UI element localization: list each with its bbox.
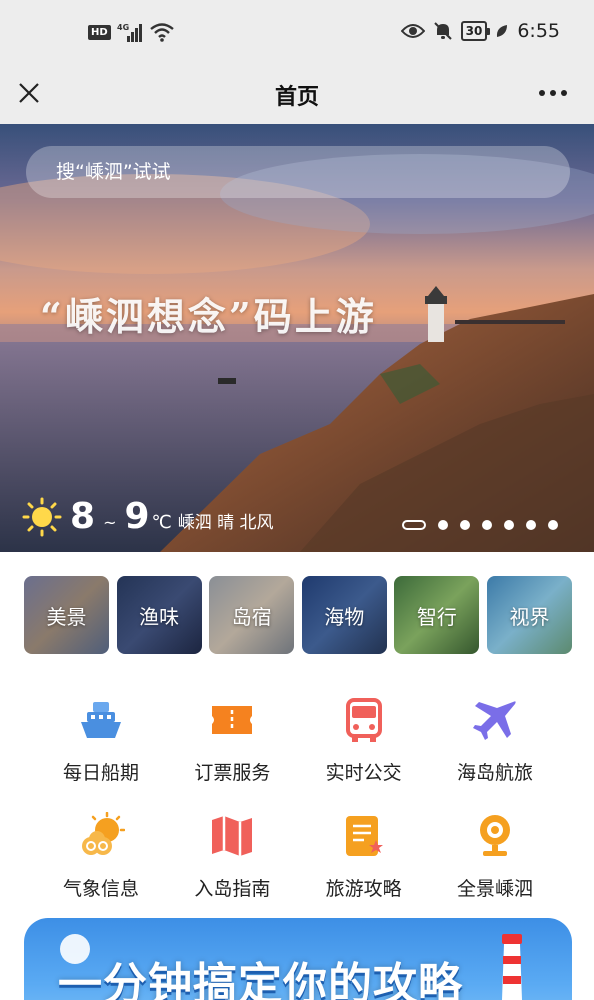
temp-unit: ℃ [151,512,172,533]
service-label: 全景嵊泗 [456,878,533,900]
temp-separator: ~ [103,513,117,532]
carousel-indicator[interactable] [402,520,558,530]
service-weather-info[interactable]: 气象信息 [36,808,166,924]
status-bar: HD 4G 30 6:55 [0,0,594,66]
nav-bar: 首页 [0,66,594,124]
service-row: 气象信息 入岛指南 旅游攻略 全景嵊泗 [36,808,560,924]
carousel-dot[interactable] [526,520,536,530]
category-tile-seafood[interactable]: 渔味 [116,576,202,654]
service-island-flights[interactable]: 海岛航旅 [430,692,560,808]
carousel-dot[interactable] [504,520,514,530]
service-label: 实时公交 [325,762,402,784]
sun-icon [22,497,62,536]
more-options-icon[interactable] [536,80,570,106]
service-island-guide[interactable]: 入岛指南 [167,808,297,924]
service-panorama[interactable]: 全景嵊泗 [430,808,560,924]
service-row: 每日船期 订票服务 实时公交 海岛航旅 [36,692,560,808]
carousel-dot[interactable] [548,520,558,530]
panorama-camera-icon [479,815,510,856]
carousel-dot[interactable] [482,520,492,530]
category-tile-vision[interactable]: 视界 [486,576,572,654]
service-grid: 每日船期 订票服务 实时公交 海岛航旅 气象信息 入岛指南 旅游攻略 全景嵊泗 [36,692,560,924]
category-tile-transport[interactable]: 智行 [394,576,480,654]
category-tile-products[interactable]: 海物 [301,576,387,654]
service-label: 海岛航旅 [456,762,533,784]
service-label: 订票服务 [194,762,271,784]
category-tile-lodging[interactable]: 岛宿 [209,576,295,654]
guide-icon [345,816,383,856]
status-time: 6:55 [517,20,560,42]
wifi-icon [149,23,174,42]
service-label: 气象信息 [62,878,139,900]
map-icon [212,816,253,856]
status-right: 30 6:55 [400,20,560,42]
leaf-icon [497,25,508,37]
carousel-dot[interactable] [460,520,470,530]
service-ticket-booking[interactable]: 订票服务 [167,692,297,808]
carousel-dot[interactable] [438,520,448,530]
signal-icon: 4G [117,23,142,42]
hd-badge: HD [88,24,111,40]
category-tiles: 美景 渔味 岛宿 海物 智行 视界 [24,576,572,654]
page-title: 首页 [274,85,319,110]
lighthouse-icon [502,934,522,1000]
service-label: 旅游攻略 [325,878,402,900]
carousel-dot-active[interactable] [402,520,426,530]
category-tile-scenery[interactable]: 美景 [24,576,109,654]
ticket-icon [212,706,253,734]
status-left: HD 4G [88,22,175,42]
service-label: 入岛指南 [194,878,271,900]
battery-indicator: 30 [460,21,491,41]
mute-bell-icon [433,22,452,40]
banner-slogan: “嵊泗想念”码上游 [40,294,377,339]
service-label: 每日船期 [62,762,139,784]
promo-title: 一分钟搞定你的攻略 [58,959,463,1000]
service-realtime-bus[interactable]: 实时公交 [299,692,429,808]
airplane-icon [472,701,516,740]
hero-banner[interactable]: 搜“嵊泗”试试 “嵊泗想念”码上游 8 ~ 9 ℃ 嵊泗 晴 北风 [0,124,594,552]
weather-icon [82,812,125,855]
weather-description: 嵊泗 晴 北风 [177,513,274,533]
temp-high: 9 [124,496,150,537]
search-input[interactable]: 搜“嵊泗”试试 [26,146,570,198]
eye-icon [400,24,425,38]
weather-widget: 8 ~ 9 ℃ 嵊泗 晴 北风 [22,496,274,537]
bus-icon [345,698,382,742]
svg-text:4G: 4G [117,23,129,32]
promo-banner[interactable]: 一分钟搞定你的攻略 [24,918,572,1000]
service-travel-guide[interactable]: 旅游攻略 [299,808,429,924]
temp-low: 8 [70,496,96,537]
service-daily-ferry[interactable]: 每日船期 [36,692,166,808]
ship-icon [81,702,121,738]
